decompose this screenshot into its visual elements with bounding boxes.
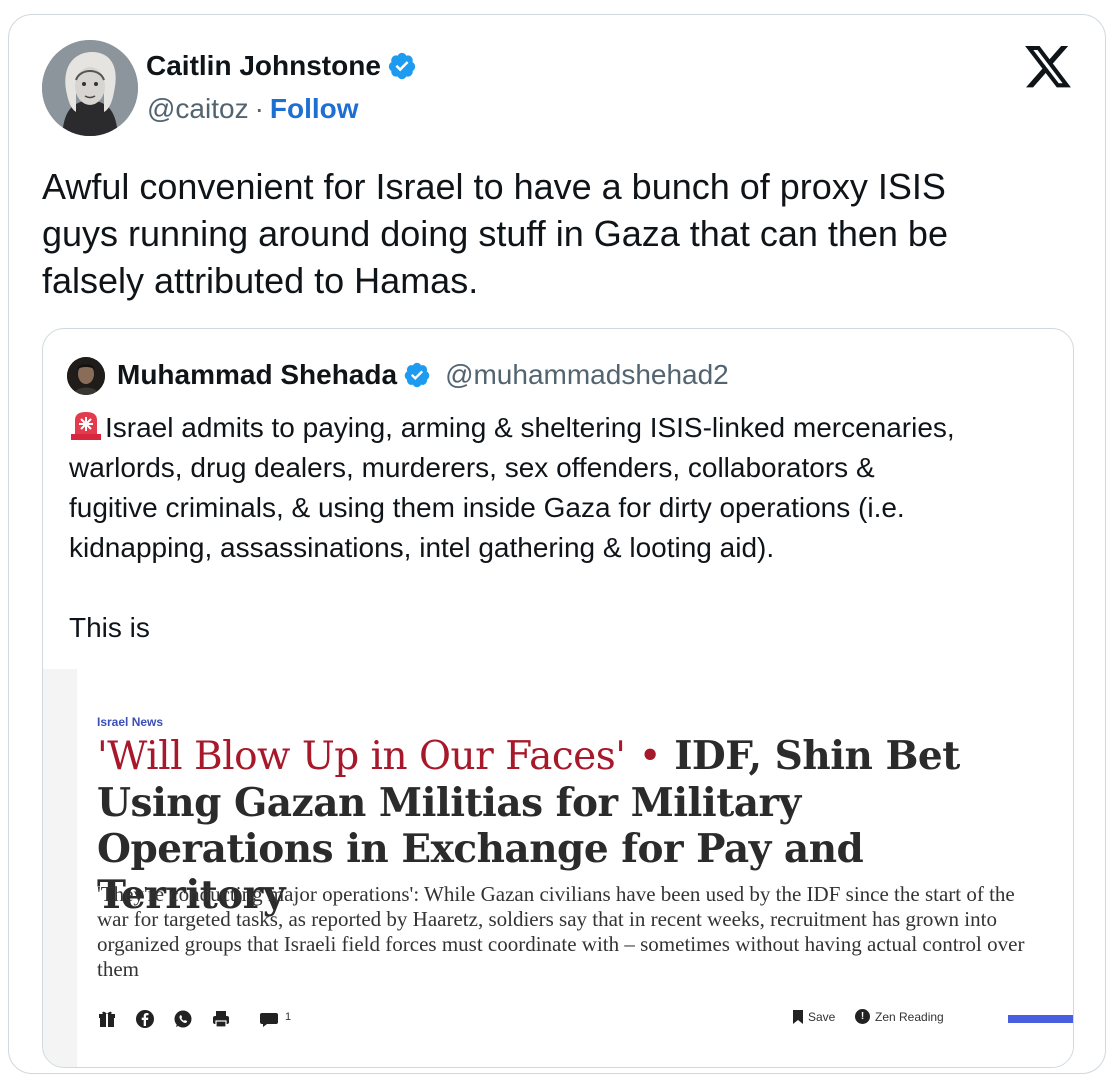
article-page: Israel News 'Will Blow Up in Our Faces' … <box>77 669 1073 1067</box>
verified-badge-icon <box>404 362 430 388</box>
quoted-author-line: Muhammad Shehada @muhammadshehad2 <box>117 359 729 391</box>
quoted-author-handle[interactable]: @muhammadshehad2 <box>445 359 729 391</box>
quoted-author-avatar[interactable] <box>67 357 105 395</box>
rotating-light-icon <box>71 412 101 440</box>
author-handle[interactable]: @caitoz <box>147 93 249 125</box>
quoted-tweet-continuation: This is <box>69 612 150 643</box>
author-name-text[interactable]: Caitlin Johnstone <box>146 50 381 82</box>
zen-reading-button[interactable]: ! Zen Reading <box>855 1009 944 1024</box>
author-avatar[interactable] <box>42 40 138 136</box>
info-icon: ! <box>855 1009 870 1024</box>
zen-reading-label: Zen Reading <box>875 1009 944 1024</box>
gift-icon[interactable] <box>97 1009 117 1029</box>
save-button[interactable]: Save <box>792 1009 835 1025</box>
verified-badge-icon <box>388 52 416 80</box>
whatsapp-icon[interactable] <box>173 1009 193 1029</box>
article-section-label[interactable]: Israel News <box>97 715 163 729</box>
quoted-tweet-body: Israel admits to paying, arming & shelte… <box>69 412 955 563</box>
print-icon[interactable] <box>211 1009 231 1029</box>
author-name[interactable]: Caitlin Johnstone <box>146 50 417 82</box>
comment-count: 1 <box>285 1011 292 1023</box>
headline-kicker: 'Will Blow Up in Our Faces' <box>97 734 626 779</box>
accent-bar <box>1008 1015 1073 1023</box>
follow-link[interactable]: Follow <box>270 93 359 125</box>
tweet-text: Awful convenient for Israel to have a bu… <box>42 166 948 301</box>
comment-icon[interactable] <box>259 1009 279 1029</box>
x-logo-icon[interactable] <box>1024 46 1072 88</box>
quoted-author-name[interactable]: Muhammad Shehada <box>117 359 397 391</box>
separator-dot: · <box>254 93 264 124</box>
quoted-tweet-text: Israel admits to paying, arming & shelte… <box>69 408 1059 568</box>
bookmark-icon <box>793 1010 803 1024</box>
quoted-tweet[interactable]: Muhammad Shehada @muhammadshehad2 Israel… <box>42 328 1074 1068</box>
article-dek: 'They're conducting major operations': W… <box>97 882 1025 981</box>
headline-separator: • <box>638 734 662 779</box>
facebook-icon[interactable] <box>135 1009 155 1029</box>
author-handle-line: @caitoz · Follow <box>147 93 359 125</box>
save-label: Save <box>808 1010 836 1024</box>
article-screenshot[interactable]: Israel News 'Will Blow Up in Our Faces' … <box>43 669 1073 1067</box>
article-toolbar: 1 Save ! Zen Reading <box>97 1009 1073 1031</box>
